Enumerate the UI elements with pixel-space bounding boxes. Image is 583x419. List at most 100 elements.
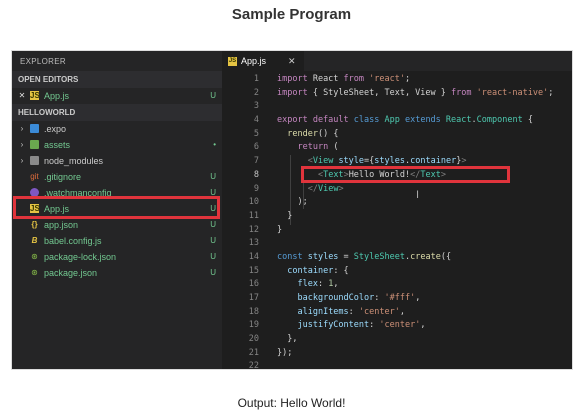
code-lines[interactable]: 1 import React from 'react'; 2 import { Sty… xyxy=(222,73,572,369)
git-icon: git xyxy=(30,172,39,181)
chevron-right-icon[interactable]: › xyxy=(18,137,26,153)
file-tree-item[interactable]: {} app.json U xyxy=(12,217,222,233)
file-tree-item[interactable]: ⊛ package.json U xyxy=(12,265,222,281)
file-tree-item[interactable]: › assets • xyxy=(12,137,222,153)
file-tree-label: node_modules xyxy=(44,156,104,166)
code-text: alignItems: 'center', xyxy=(277,306,405,320)
code-token: 'center' xyxy=(379,320,421,331)
file-tree-label: babel.config.js xyxy=(44,236,102,246)
code-text: return ( xyxy=(277,141,338,155)
json-file-icon: {} xyxy=(31,220,38,229)
folder-icon xyxy=(30,124,39,133)
code-line[interactable]: 11 } xyxy=(222,210,572,224)
close-icon[interactable]: ✕ xyxy=(288,51,296,71)
code-line[interactable]: 1 import React from 'react'; xyxy=(222,73,572,87)
code-line[interactable]: 2 import { StyleSheet, Text, View } from … xyxy=(222,87,572,101)
code-line[interactable]: 10 ); xyxy=(222,196,572,210)
code-text: backgroundColor: '#fff', xyxy=(277,292,420,306)
code-token: alignItems xyxy=(297,306,349,317)
line-number: 3 xyxy=(253,101,259,112)
code-token: export default xyxy=(277,115,354,126)
code-line[interactable]: 14 const styles = StyleSheet.create({ xyxy=(222,251,572,265)
code-text: flex: 1, xyxy=(277,278,338,292)
code-token: View xyxy=(317,183,339,194)
file-tree-item[interactable]: › .expo xyxy=(12,121,222,137)
code-line[interactable]: 12} xyxy=(222,224,572,238)
code-token: }, xyxy=(277,334,298,345)
line-number: 13 xyxy=(248,238,259,249)
code-token: backgroundColor xyxy=(297,293,375,303)
code-line[interactable]: 18 alignItems: 'center', xyxy=(222,306,572,320)
code-token: render xyxy=(287,128,318,139)
code-token: React xyxy=(312,74,344,84)
output-caption: Output: Hello World! xyxy=(237,396,346,410)
chevron-right-icon[interactable]: › xyxy=(18,121,26,137)
code-token: { StyleSheet, Text, View } xyxy=(312,87,451,98)
code-text: justifyContent: 'center', xyxy=(277,319,425,333)
file-tree-item[interactable]: Bbabel.config.js U xyxy=(12,233,222,249)
code-text: import React from 'react'; xyxy=(277,73,410,87)
code-text: }); xyxy=(277,347,292,361)
code-line[interactable]: 6 return ( xyxy=(222,141,572,155)
code-token: , xyxy=(399,306,405,317)
folder-icon xyxy=(30,140,39,149)
code-token: > xyxy=(461,156,467,167)
code-token: class xyxy=(353,115,385,126)
untracked-badge: U xyxy=(210,91,216,100)
code-token: : xyxy=(369,320,380,331)
code-token: ; xyxy=(404,74,411,84)
code-token: } xyxy=(277,210,293,221)
code-token: ={ xyxy=(364,156,375,167)
vscode-screenshot: EXPLORER OPEN EDITORS ✕ JS App.js U HELL… xyxy=(11,50,573,370)
npm-icon: ⊛ xyxy=(31,268,38,277)
line-number: 15 xyxy=(248,265,259,276)
code-token: style xyxy=(338,156,365,167)
highlight-box-appjs xyxy=(13,196,220,219)
code-text: ); xyxy=(277,196,307,210)
code-line[interactable]: 20 }, xyxy=(222,333,572,347)
tab-appjs[interactable]: JS App.js ✕ xyxy=(222,51,304,71)
code-line[interactable]: 4 export default class App extends React.… xyxy=(222,114,572,128)
code-token: import xyxy=(277,74,313,84)
open-editors-section[interactable]: OPEN EDITORS xyxy=(12,71,222,88)
file-tree-item[interactable]: › node_modules xyxy=(12,153,222,169)
code-line[interactable]: 5 render() { xyxy=(222,128,572,142)
code-line[interactable]: 17 backgroundColor: '#fff', xyxy=(222,292,572,306)
code-token: ( xyxy=(333,142,339,153)
project-section[interactable]: HELLOWORLD xyxy=(12,104,222,121)
code-editor[interactable]: JS App.js ✕ 1 import React from 'react'; 2… xyxy=(222,51,572,369)
git-status-badge: U xyxy=(210,252,216,261)
line-number: 11 xyxy=(248,210,259,221)
line-number: 5 xyxy=(253,128,259,139)
code-line[interactable]: 9 </View> xyxy=(222,183,572,197)
line-number: 6 xyxy=(253,142,259,153)
code-token: StyleSheet xyxy=(353,251,405,262)
close-icon[interactable]: ✕ xyxy=(18,88,26,104)
code-token: : xyxy=(348,306,359,317)
code-line[interactable]: 13 xyxy=(222,237,572,251)
git-status-badge: U xyxy=(210,236,216,245)
code-line[interactable]: 19 justifyContent: 'center', xyxy=(222,319,572,333)
line-number: 7 xyxy=(253,156,259,167)
code-line[interactable]: 15 container: { xyxy=(222,265,572,279)
code-token: ; xyxy=(548,87,554,98)
code-line[interactable]: 16 flex: 1, xyxy=(222,278,572,292)
code-line[interactable]: 3 xyxy=(222,100,572,114)
code-token: { xyxy=(527,115,533,126)
file-tree-item[interactable]: git .gitignore U xyxy=(12,169,222,185)
code-text: container: { xyxy=(277,265,348,279)
file-tree-label: package.json xyxy=(44,268,98,278)
open-editor-item[interactable]: ✕ JS App.js U xyxy=(12,88,222,104)
code-token: justifyContent xyxy=(297,320,370,331)
code-line[interactable]: 22 xyxy=(222,360,572,369)
code-line[interactable]: 21}); xyxy=(222,347,572,361)
code-token: }); xyxy=(277,347,293,358)
code-token: , xyxy=(420,320,426,331)
chevron-right-icon[interactable]: › xyxy=(18,153,26,169)
file-tree-item[interactable]: ⊛ package-lock.json U xyxy=(12,249,222,265)
